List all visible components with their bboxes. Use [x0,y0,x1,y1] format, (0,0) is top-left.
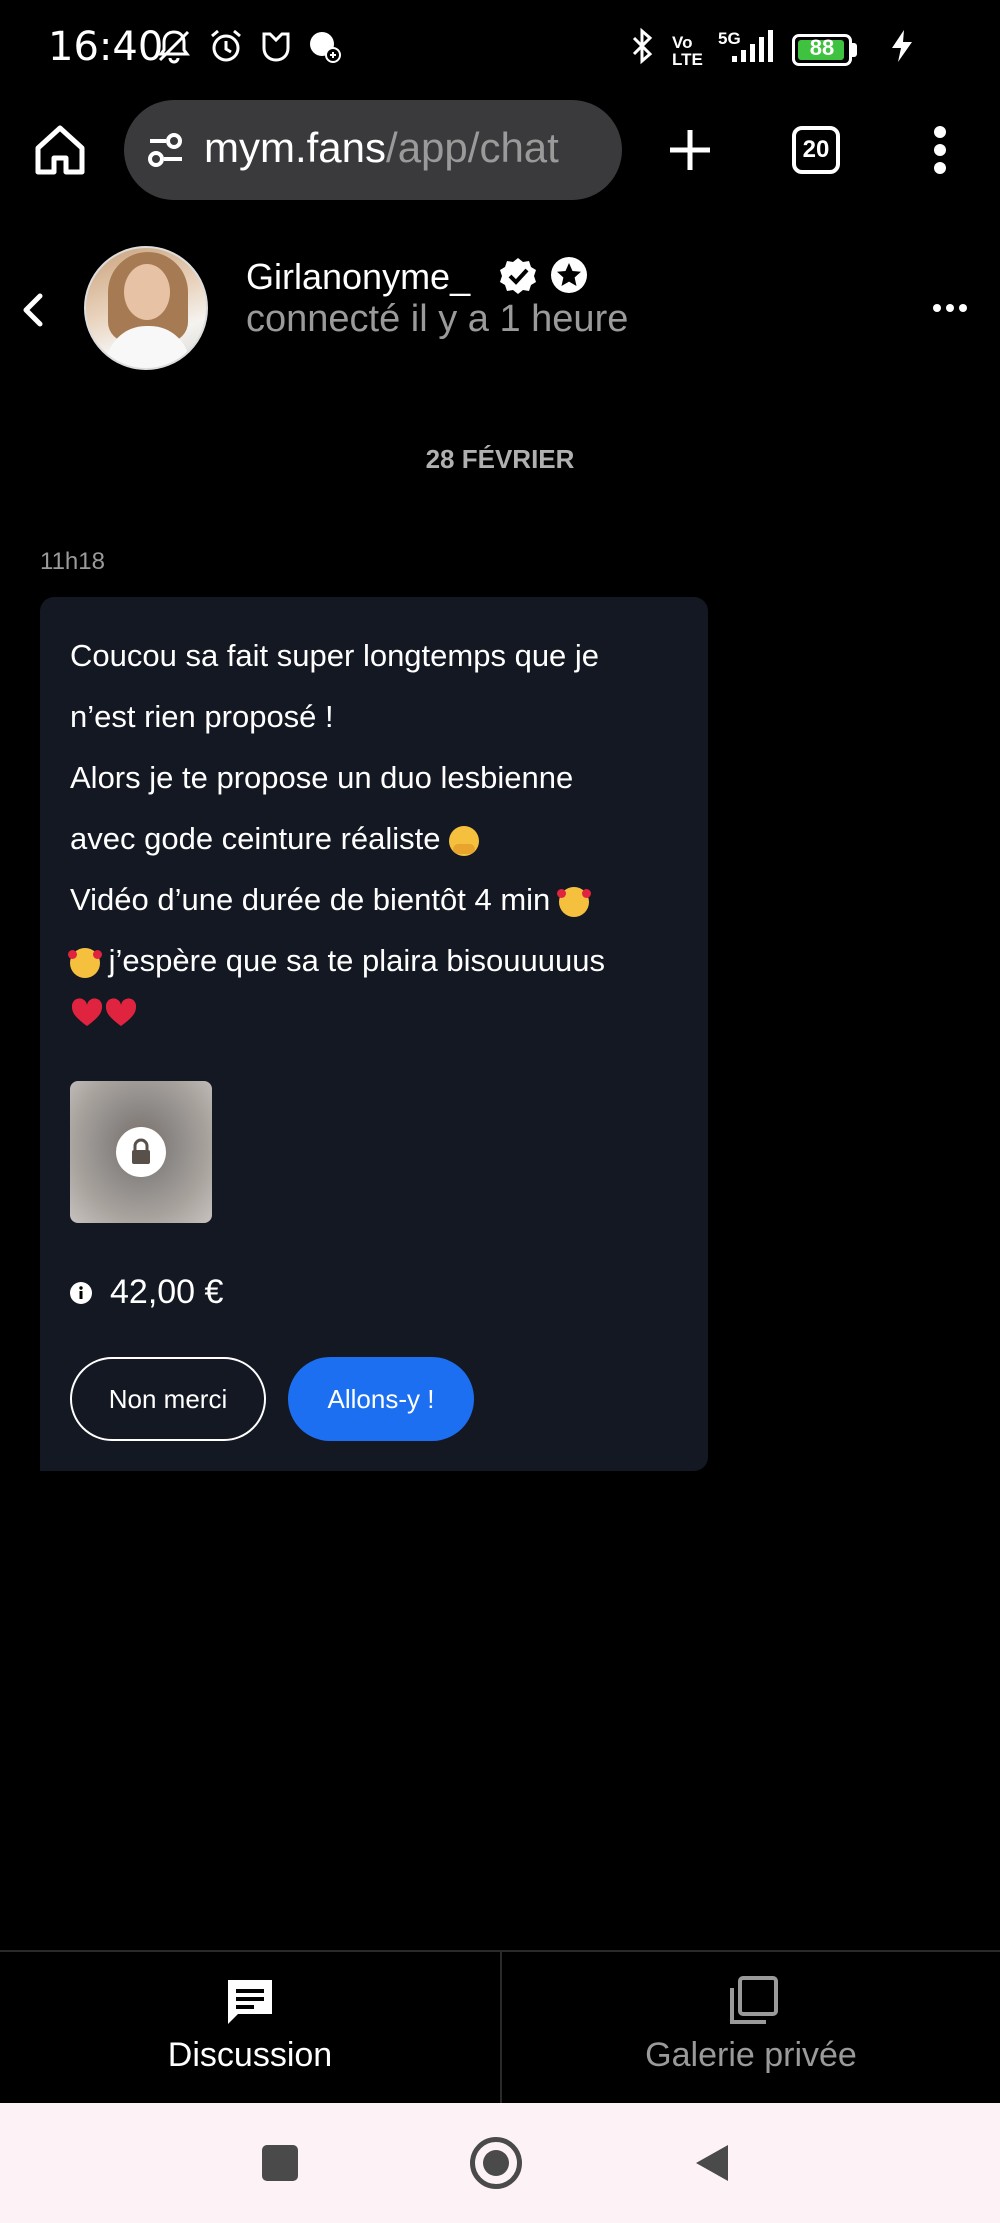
recent-apps-icon[interactable] [262,2145,298,2181]
star-badge-icon [550,256,588,294]
message-line: Vidéo d’une durée de bientôt 4 min [70,882,551,917]
status-time: 16:40 [48,24,164,70]
home-icon[interactable] [30,120,90,180]
decline-button[interactable]: Non merci [70,1357,266,1441]
bluetooth-icon [622,26,662,66]
system-navigation-bar [0,2103,1000,2223]
alarm-icon [206,26,246,66]
charging-icon [884,26,920,66]
battery-level: 88 [809,35,835,60]
avatar[interactable] [84,246,208,370]
message-line: n’est rien proposé ! [70,699,334,734]
message-text: Coucou sa fait super longtemps que je n’… [68,625,690,1031]
tab-discussion[interactable]: Discussion [0,1952,500,2104]
new-tab-icon[interactable] [660,120,720,180]
address-bar[interactable]: mym.fans/app/chat [124,100,622,200]
tab-private-gallery[interactable]: Galerie privée [500,1952,1000,2104]
red-heart-icon [104,998,138,1028]
message-line: avec gode ceinture réaliste [70,821,441,856]
date-separator: 28 FÉVRIER [425,444,575,474]
gallery-icon [724,1974,780,2030]
more-horiz-icon[interactable] [932,298,968,318]
lock-icon [116,1127,166,1177]
message-line: Alors je te propose un duo lesbienne [70,760,574,795]
chat-icon [222,1974,278,2030]
battery-icon: 88 [792,34,852,66]
back-triangle-icon[interactable] [692,2143,732,2183]
status-bar: 16:40 Vo LTE 5G 88 [0,0,1000,100]
chat-header: Girlanonyme_ connecté il y a 1 heure [0,240,1000,380]
browser-toolbar: mym.fans/app/chat 20 [0,100,1000,200]
price: 42,00 € [110,1273,224,1311]
url-text: mym.fans/app/chat [204,124,559,172]
message-line: Coucou sa fait super longtemps que je [70,638,600,673]
message-line: j’espère que sa te plaira bisouuuuus [108,943,605,978]
volte-label: Vo LTE [672,33,703,69]
accept-button[interactable]: Allons-y ! [288,1357,474,1441]
battery-cap [852,43,857,57]
tab-discussion-label: Discussion [167,2036,333,2074]
hugging-face-icon [449,825,480,856]
mute-icon [154,26,194,66]
hearts-row [70,991,690,1031]
back-arrow-icon[interactable] [14,290,54,330]
vpn-icon [304,26,344,66]
last-seen-status: connecté il y a 1 heure [246,298,629,340]
message-time: 11h18 [40,548,105,575]
info-icon[interactable] [70,1282,92,1304]
red-heart-icon [70,998,104,1028]
username[interactable]: Girlanonyme_ [246,256,470,298]
verified-badge-icon [498,256,538,296]
smiling-face-with-hearts-icon [68,947,102,978]
message-bubble: Coucou sa fait super longtemps que je n’… [40,597,708,1471]
locked-media-thumbnail[interactable] [70,1081,212,1223]
signal-icon [730,26,778,66]
url-path: /app/chat [386,124,559,171]
bottom-tab-bar: Discussion Galerie privée [0,1950,1000,2104]
tab-gallery-label: Galerie privée [645,2036,857,2074]
smiling-face-with-hearts-icon [556,886,591,917]
tab-switcher-button[interactable]: 20 [792,126,840,174]
app-notification-icon [256,26,296,66]
site-settings-icon[interactable] [146,130,186,170]
url-domain: mym.fans [204,124,387,171]
more-vert-icon[interactable] [922,120,958,180]
home-circle-icon[interactable] [470,2137,522,2189]
